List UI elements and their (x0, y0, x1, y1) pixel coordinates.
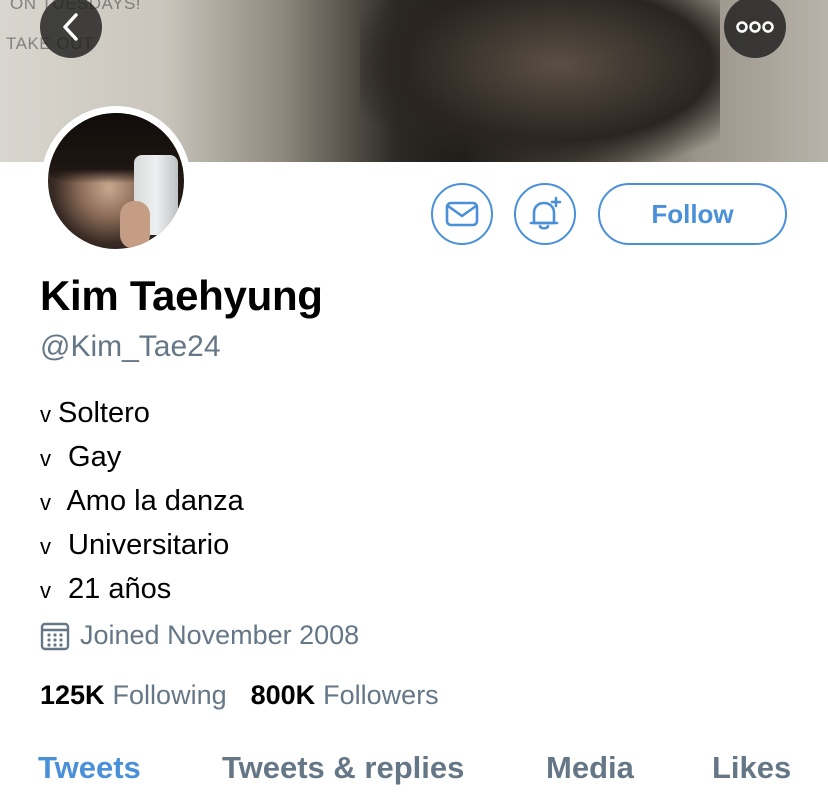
bio-check-mark: v (40, 446, 51, 471)
following-count: 125K (40, 680, 105, 710)
bio-line: v Gay (40, 436, 244, 480)
mail-icon (445, 201, 479, 227)
bio-line: v Amo la danza (40, 480, 244, 524)
profile-handle: @Kim_Tae24 (40, 330, 221, 363)
following-label: Following (112, 680, 227, 710)
followers-label: Followers (323, 680, 439, 710)
follow-button[interactable]: Follow (598, 183, 787, 245)
tab-tweets-and-replies[interactable]: Tweets & replies (222, 750, 464, 786)
profile-bio: v Soltero v Gay v Amo la danza v Universi… (40, 392, 244, 612)
bio-check-mark: v (40, 578, 51, 603)
profile-tabs: Tweets Tweets & replies Media Likes (0, 750, 828, 801)
tab-likes[interactable]: Likes (712, 750, 791, 786)
joined-text: Joined November 2008 (80, 620, 360, 650)
bio-line: v Soltero (40, 392, 244, 436)
bio-text: Amo la danza (60, 485, 244, 517)
more-dots-icon (736, 21, 774, 33)
following-stat[interactable]: 125K Following (40, 680, 227, 711)
avatar-hand (120, 201, 150, 249)
bio-line: v 21 años (40, 568, 244, 612)
bio-text: Soltero (58, 397, 150, 429)
bio-text: Universitario (60, 529, 230, 561)
banner-photo-subject (360, 0, 720, 162)
avatar-frame[interactable] (41, 106, 191, 256)
chevron-left-icon (63, 13, 78, 41)
follow-button-label: Follow (651, 198, 734, 229)
message-button[interactable] (431, 183, 493, 245)
calendar-icon (40, 622, 70, 650)
followers-stat[interactable]: 800K Followers (251, 680, 439, 711)
notifications-button[interactable] (514, 183, 576, 245)
bio-text: Gay (60, 441, 122, 473)
avatar[interactable] (48, 113, 184, 249)
bio-check-mark: v (40, 534, 51, 559)
tab-media[interactable]: Media (546, 750, 634, 786)
followers-count: 800K (250, 680, 316, 710)
bio-line: v Universitario (40, 524, 244, 568)
joined-date: Joined November 2008 (40, 620, 359, 651)
bio-check-mark: v (40, 402, 51, 427)
tab-tweets[interactable]: Tweets (38, 750, 141, 786)
follow-stats: 125K Following 800K Followers (40, 680, 439, 711)
bio-check-mark: v (40, 490, 51, 515)
profile-name: Kim Taehyung (40, 272, 323, 319)
bell-plus-icon (529, 196, 562, 230)
bio-text: 21 años (60, 573, 172, 605)
